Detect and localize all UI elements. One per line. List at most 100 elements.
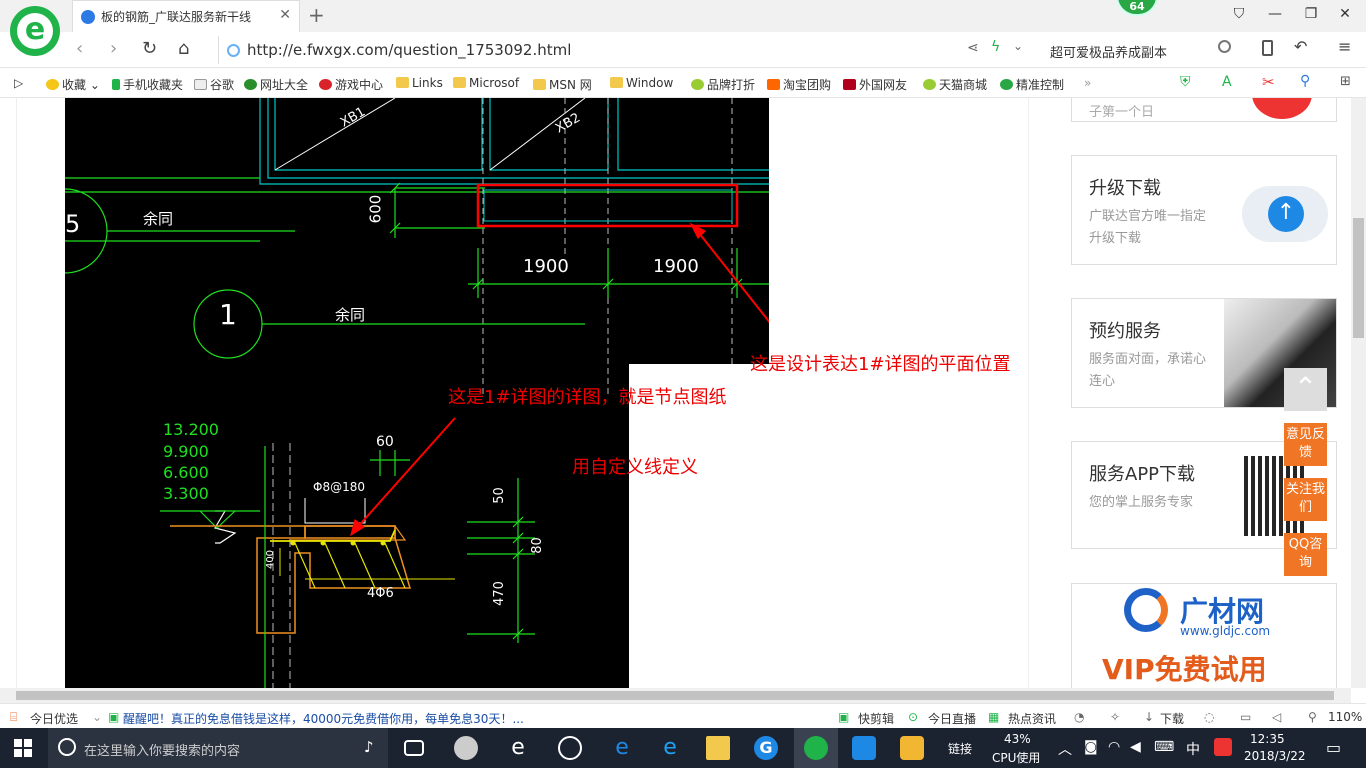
search-input[interactable]: 超可爱极品养成副本 — [1050, 42, 1167, 61]
url-input[interactable]: http://e.fwxgx.com/question_1753092.html… — [218, 36, 1033, 64]
lightning-icon[interactable]: ϟ — [991, 39, 1000, 55]
vertical-scrollbar[interactable] — [1351, 98, 1366, 688]
url-text[interactable]: http://e.fwxgx.com/question_1753092.html — [247, 41, 571, 59]
sidebar-card-ad[interactable]: 广材网 www.gldjc.com VIP免费试用 — [1071, 583, 1337, 688]
maximize-button[interactable]: ❐ — [1296, 6, 1326, 22]
site-info-icon[interactable] — [227, 44, 240, 57]
file-explorer-icon[interactable] — [706, 736, 730, 760]
bookmark-mobile[interactable]: 手机收藏夹 — [112, 76, 183, 93]
bookmark-taobao[interactable]: 淘宝团购 — [767, 76, 831, 93]
share-icon[interactable]: ⋖ — [967, 40, 979, 56]
zoom-level[interactable]: 110% — [1328, 710, 1362, 724]
horizontal-scroll-thumb[interactable] — [16, 691, 1334, 700]
taskbar-link[interactable]: 链接 — [948, 740, 972, 757]
active-browser-slot[interactable] — [794, 728, 838, 768]
pinwheel-icon[interactable] — [454, 736, 478, 760]
close-window-button[interactable]: ✕ — [1330, 6, 1360, 22]
more-bookmarks-icon[interactable]: » — [1084, 76, 1091, 90]
ime-indicator[interactable]: 中 — [1186, 739, 1200, 759]
tray-app-icon[interactable]: ◙ — [1084, 739, 1098, 755]
pin-icon[interactable]: ✧ — [1110, 710, 1120, 724]
clock-date[interactable]: 2018/3/22 — [1244, 749, 1306, 763]
tray-arrow-icon[interactable]: ︿ — [1058, 739, 1072, 759]
mobile-icon[interactable] — [1262, 40, 1273, 56]
sidebar-card-upgrade[interactable]: 升级下载 广联达官方唯一指定升级下载 ↑ — [1071, 155, 1337, 265]
bookmark-favorites[interactable]: 收藏 ⌄ — [46, 76, 100, 93]
bookmark-foreign[interactable]: 外国网友 — [843, 76, 907, 93]
back-to-top-button[interactable]: ⌃ — [1284, 368, 1327, 411]
annotation-detail: 这是1#详图的详图，就是节点图纸 — [448, 387, 727, 408]
edge-icon[interactable]: e — [610, 736, 634, 760]
wifi-icon[interactable]: ◠ — [1108, 739, 1120, 755]
bookmark-google[interactable]: 谷歌 — [194, 76, 234, 93]
back-icon[interactable]: ‹ — [76, 38, 83, 59]
mute-icon[interactable]: ◁ — [1272, 710, 1281, 724]
live-link[interactable]: 今日直播 — [928, 710, 976, 727]
shirt-icon[interactable]: ⛉ — [1224, 6, 1254, 22]
refresh-icon[interactable]: ↻ — [142, 38, 157, 59]
upgrade-title: 升级下载 — [1089, 178, 1161, 199]
chevron-down-icon[interactable]: ⌄ — [92, 710, 102, 724]
shield-icon[interactable]: ⛨ — [1180, 74, 1191, 90]
translate-icon[interactable]: A — [1222, 74, 1232, 90]
scissors-icon[interactable]: ✂ — [1262, 73, 1275, 91]
chevron-down-icon[interactable]: ⌄ — [1013, 39, 1023, 53]
sidebar-toggle-icon[interactable]: ▷ — [14, 76, 23, 90]
undo-icon[interactable]: ↶ — [1294, 37, 1307, 56]
vertical-scroll-thumb[interactable] — [1353, 218, 1364, 338]
clean-icon[interactable]: ◌ — [1204, 710, 1214, 724]
taskbar-search-input[interactable]: 在这里输入你要搜索的内容 ♪ — [48, 728, 388, 768]
notes-icon[interactable] — [900, 736, 924, 760]
browser-logo-icon[interactable]: e — [10, 6, 60, 56]
notification-icon[interactable]: ▭ — [1326, 738, 1341, 757]
bookmark-windows[interactable]: Window — [610, 76, 673, 90]
bookmark-sites[interactable]: 网址大全 — [244, 76, 308, 93]
new-tab-button[interactable]: + — [308, 3, 325, 27]
download-icon[interactable]: ↓ — [1144, 710, 1154, 724]
tab-close-icon[interactable]: ✕ — [279, 7, 291, 23]
ie-e-icon[interactable]: e — [506, 736, 530, 760]
grid-icon[interactable]: ⊞ — [1340, 74, 1351, 89]
clock-time[interactable]: 12:35 — [1250, 732, 1285, 746]
360-icon[interactable] — [558, 736, 582, 760]
task-view-icon[interactable] — [404, 740, 424, 756]
sidebar-card-top[interactable]: 子第一个日 — [1071, 98, 1337, 122]
follow-us-button[interactable]: 关注我们 — [1284, 478, 1327, 521]
kuaijian-link[interactable]: 快剪辑 — [858, 710, 894, 727]
bookmark-brand-sale[interactable]: 品牌打折 — [691, 76, 755, 93]
zoom-icon[interactable]: ⚲ — [1308, 710, 1317, 724]
hot-news-link[interactable]: 热点资讯 — [1008, 710, 1056, 727]
minimize-button[interactable]: — — [1260, 6, 1290, 22]
cpu-percent: 43% — [1004, 732, 1031, 746]
glodon-icon[interactable]: G — [754, 736, 778, 760]
internet-explorer-icon[interactable]: e — [658, 736, 682, 760]
menu-icon[interactable]: ≡ — [1338, 37, 1351, 56]
notification-badge[interactable]: 64 — [1116, 0, 1158, 16]
qq-consult-button[interactable]: QQ咨询 — [1284, 533, 1327, 576]
magnifier-icon[interactable]: ⚲ — [1300, 73, 1310, 89]
feedback-button[interactable]: 意见反馈 — [1284, 423, 1327, 466]
download-link[interactable]: 下载 — [1160, 710, 1184, 727]
volume-icon[interactable]: ◀ — [1130, 739, 1141, 755]
bookmark-links[interactable]: Links — [396, 76, 443, 90]
forward-icon[interactable]: › — [110, 38, 117, 59]
microphone-icon[interactable]: ♪ — [364, 738, 374, 756]
plus-app-icon[interactable] — [852, 736, 876, 760]
bookmark-precision[interactable]: 精准控制 — [1000, 76, 1064, 93]
bookmark-microsoft[interactable]: Microsof — [453, 76, 519, 90]
news-ticker[interactable]: 醒醒吧！真正的免息借钱是这样，40000元免费借你用，每单免息30天！... — [123, 710, 524, 727]
bookmark-msn[interactable]: MSN 网 — [533, 76, 592, 93]
sogou-icon[interactable] — [1214, 738, 1232, 756]
window-icon[interactable]: ▭ — [1240, 710, 1251, 724]
bookmark-tmall[interactable]: 天猫商城 — [923, 76, 987, 93]
speed-icon[interactable]: ◔ — [1074, 710, 1084, 724]
search-icon[interactable] — [1218, 40, 1231, 53]
home-icon[interactable]: ⌂ — [178, 38, 189, 59]
today-picks[interactable]: 今日优选 — [30, 710, 78, 727]
cad-elev-2: 9.900 — [163, 442, 209, 461]
tab-active[interactable]: 板的钢筋_广联达服务新干线 ✕ — [72, 0, 300, 32]
keyboard-icon[interactable]: ⌨ — [1154, 739, 1174, 755]
horizontal-scrollbar[interactable] — [0, 688, 1351, 703]
bookmark-games[interactable]: 游戏中心 — [319, 76, 383, 93]
windows-start-icon[interactable] — [14, 739, 32, 757]
